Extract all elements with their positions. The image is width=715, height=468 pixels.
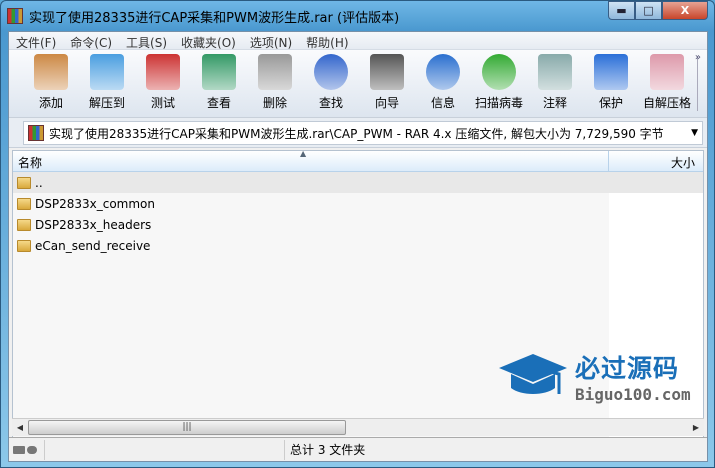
toolbar-button-2[interactable]: 测试 xyxy=(135,50,191,117)
toolbar-button-4[interactable]: 删除 xyxy=(247,50,303,117)
file-name: .. xyxy=(35,175,43,190)
toolbar-label: 注释 xyxy=(542,96,567,110)
scroll-right-icon[interactable]: ▶ xyxy=(688,423,704,432)
toolbar-button-3[interactable]: 查看 xyxy=(191,50,247,117)
toolbar-label: 向导 xyxy=(374,96,399,110)
toolbar: 添加 解压到 测试 查看 删除 查找 向导 信息 » 扫描病毒 注释 保护 自解压格 xyxy=(9,50,707,118)
menu-item-4[interactable]: 选项(N) xyxy=(243,32,299,50)
toolbar-label: 保护 xyxy=(598,96,623,110)
extract-folder-icon xyxy=(90,54,124,90)
drive-icon[interactable] xyxy=(13,445,25,454)
minimize-button[interactable]: ▬ xyxy=(608,1,635,20)
toolbar-button-9[interactable]: 注释 xyxy=(527,50,583,117)
toolbar-button-0[interactable]: 添加 xyxy=(23,50,79,117)
file-row[interactable]: eCan_send_receive xyxy=(13,235,703,256)
sfx-box-icon xyxy=(650,54,684,90)
view-book-icon xyxy=(202,54,236,90)
file-row[interactable]: DSP2833x_headers xyxy=(13,214,703,235)
trash-icon xyxy=(258,54,292,90)
toolbar-separator xyxy=(697,56,698,111)
shield-icon xyxy=(594,54,628,90)
winrar-app-icon xyxy=(7,8,23,24)
close-button[interactable]: X xyxy=(662,1,708,20)
toolbar-overflow-icon[interactable]: » xyxy=(695,52,701,63)
folder-icon xyxy=(17,239,31,252)
toolbar-label: 扫描病毒 xyxy=(474,96,523,110)
toolbar-label: 查找 xyxy=(318,96,343,110)
file-name: eCan_send_receive xyxy=(35,238,151,253)
menu-bar: 文件(F) 命令(C) 工具(S) 收藏夹(O) 选项(N) 帮助(H) xyxy=(9,32,707,50)
toolbar-label: 测试 xyxy=(150,96,175,110)
magnifier-icon xyxy=(314,54,348,90)
key-icon[interactable] xyxy=(27,445,37,454)
toolbar-label: 添加 xyxy=(38,96,63,110)
sort-ascending-icon: ▲ xyxy=(300,149,307,158)
title-bar: 实现了使用28335进行CAP采集和PWM波形生成.rar (评估版本) xyxy=(7,6,399,26)
info-icon xyxy=(426,54,460,90)
folder-icon xyxy=(17,197,31,210)
address-path: 实现了使用28335进行CAP采集和PWM波形生成.rar\CAP_PWM - … xyxy=(49,126,664,141)
scrollbar-thumb[interactable]: ||| xyxy=(28,420,346,435)
file-name: DSP2833x_headers xyxy=(35,217,152,232)
toolbar-button-6[interactable]: 向导 xyxy=(359,50,415,117)
winrar-window: 实现了使用28335进行CAP采集和PWM波形生成.rar (评估版本) ▬ □… xyxy=(0,0,715,468)
toolbar-label: 删除 xyxy=(262,96,287,110)
menu-item-1[interactable]: 命令(C) xyxy=(63,32,119,50)
toolbar-label: 信息 xyxy=(430,96,455,110)
toolbar-label: 自解压格 xyxy=(642,96,691,110)
horizontal-scrollbar[interactable]: ◀ ||| ▶ xyxy=(12,418,704,436)
menu-item-3[interactable]: 收藏夹(O) xyxy=(174,32,243,50)
menu-item-5[interactable]: 帮助(H) xyxy=(299,32,355,50)
status-bar: 总计 3 文件夹 xyxy=(9,437,707,461)
watermark-en: Biguo100.com xyxy=(575,385,691,404)
scroll-left-icon[interactable]: ◀ xyxy=(12,423,28,432)
wizard-wand-icon xyxy=(370,54,404,90)
comment-icon xyxy=(538,54,572,90)
virus-scan-icon xyxy=(482,54,516,90)
toolbar-button-5[interactable]: 查找 xyxy=(303,50,359,117)
menu-item-0[interactable]: 文件(F) xyxy=(9,32,63,50)
graduation-cap-icon xyxy=(499,353,567,394)
folder-icon xyxy=(17,176,31,189)
toolbar-label: 查看 xyxy=(206,96,231,110)
toolbar-button-7[interactable]: 信息 xyxy=(415,50,471,117)
toolbar-button-8[interactable]: 扫描病毒 xyxy=(471,50,527,117)
column-header-size[interactable]: 大小 xyxy=(609,151,703,171)
toolbar-button-1[interactable]: 解压到 xyxy=(79,50,135,117)
add-archive-icon xyxy=(34,54,68,90)
menu-item-2[interactable]: 工具(S) xyxy=(119,32,174,50)
status-total: 总计 3 文件夹 xyxy=(290,443,366,457)
window-title: 实现了使用28335进行CAP采集和PWM波形生成.rar (评估版本) xyxy=(29,10,400,26)
watermark-cn: 必过源码 xyxy=(575,354,680,383)
toolbar-button-11[interactable]: 自解压格 xyxy=(639,50,695,117)
address-dropdown-icon[interactable]: ▼ xyxy=(691,128,698,138)
file-list: 名称 ▲ 大小 .. DSP2833x_common DSP2833x_header… xyxy=(12,149,704,440)
address-bar[interactable]: 实现了使用28335进行CAP采集和PWM波形生成.rar\CAP_PWM - … xyxy=(23,121,703,145)
toolbar-button-10[interactable]: 保护 xyxy=(583,50,639,117)
file-row[interactable]: .. xyxy=(13,172,703,193)
toolbar-label: 解压到 xyxy=(88,96,125,110)
archive-icon xyxy=(28,125,44,141)
file-row[interactable]: DSP2833x_common xyxy=(13,193,703,214)
folder-icon xyxy=(17,218,31,231)
column-header-name[interactable]: 名称 xyxy=(13,151,609,171)
test-clipboard-icon xyxy=(146,54,180,90)
maximize-button[interactable]: □ xyxy=(635,1,662,20)
file-name: DSP2833x_common xyxy=(35,196,155,211)
watermark-logo: 必过源码 Biguo100.com xyxy=(497,349,691,404)
